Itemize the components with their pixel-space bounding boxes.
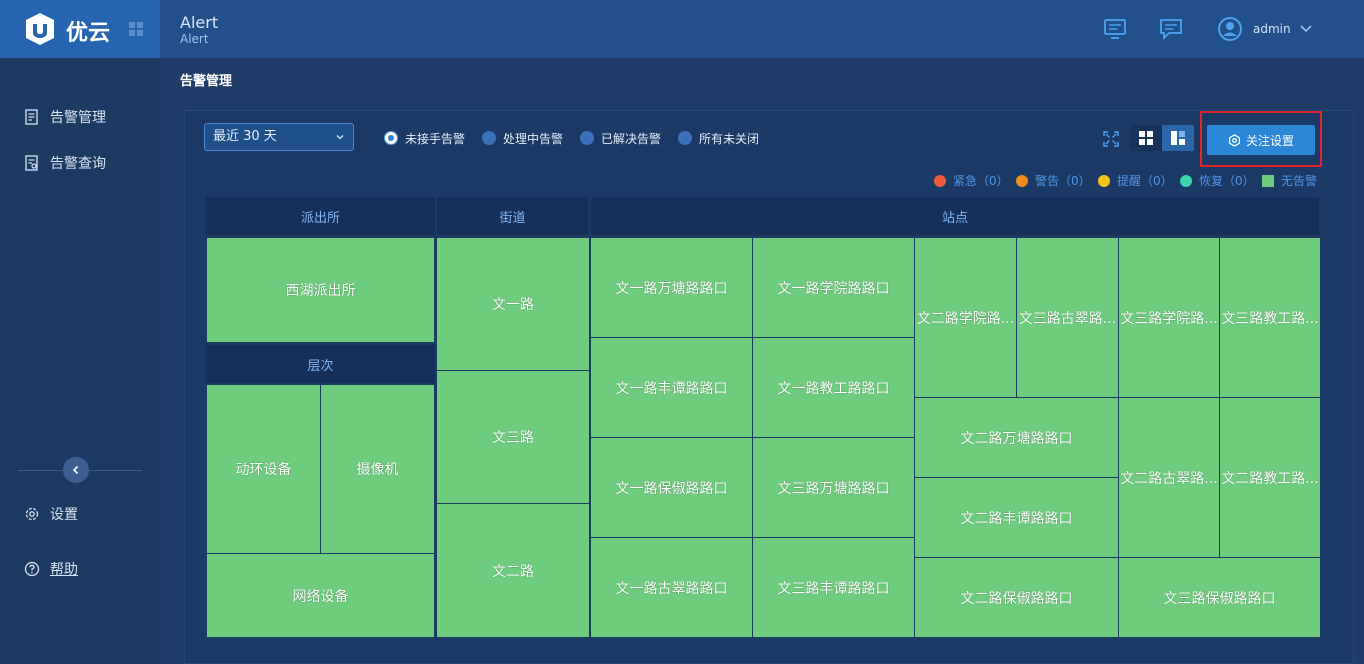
header-site: 站点: [591, 197, 1319, 235]
treemap-cell-police[interactable]: 西湖派出所: [206, 237, 435, 343]
treemap-cell-site[interactable]: 文三路学院路...: [1118, 237, 1220, 398]
grid-view-button[interactable]: [1130, 125, 1162, 151]
legend-warning: 警告（0）: [1016, 172, 1091, 189]
grid-icon: [1139, 131, 1153, 145]
focus-settings-button[interactable]: 关注设置: [1207, 125, 1315, 155]
scrollbar[interactable]: [1356, 58, 1364, 664]
header-title: Alert: [180, 13, 219, 32]
settings-icon: [1229, 133, 1240, 147]
focus-settings-label: 关注设置: [1245, 133, 1294, 148]
treemap-cell-street[interactable]: 文三路: [436, 370, 590, 504]
sidebar-item-label: 告警管理: [50, 110, 106, 126]
legend-notice: 提醒（0）: [1098, 172, 1173, 189]
legend-recovered: 恢复（0）: [1180, 172, 1255, 189]
radio-dot: [678, 131, 692, 145]
header-police-station: 派出所: [206, 197, 435, 235]
sidebar: 告警管理 告警查询 设置 帮助: [0, 58, 160, 664]
treemap-cell-device[interactable]: 网络设备: [206, 553, 435, 638]
sidebar-item-label: 帮助: [50, 562, 78, 578]
legend-label: 提醒（0）: [1117, 174, 1173, 188]
header-level: 层次: [206, 345, 435, 383]
time-range-value: 最近 30 天: [213, 129, 277, 144]
logo-icon: [26, 13, 54, 45]
top-bar: 优云 Alert Alert admin: [0, 0, 1364, 58]
alert-panel: 最近 30 天 未接手告警 处理中告警 已解决告警 所有未关闭 关注设置 紧急（…: [184, 110, 1354, 664]
sidebar-item-settings[interactable]: 设置: [24, 504, 78, 524]
chevron-left-icon: [72, 465, 79, 475]
treemap-cell-site[interactable]: 文二路丰谭路路口: [914, 477, 1119, 558]
treemap-cell-site[interactable]: 文三路教工路...: [1219, 237, 1321, 398]
treemap-icon: [1171, 131, 1185, 145]
radio-processing[interactable]: 处理中告警: [482, 130, 563, 146]
treemap-cell-street[interactable]: 文一路: [436, 237, 590, 371]
legend-critical: 紧急（0）: [934, 172, 1009, 189]
user-name[interactable]: admin: [1253, 22, 1291, 36]
header-street: 街道: [437, 197, 588, 235]
legend-label: 警告（0）: [1035, 174, 1091, 188]
legend-dot: [1098, 174, 1110, 187]
legend-label: 紧急（0）: [953, 174, 1009, 188]
legend-dot: [934, 174, 946, 187]
treemap-cell-site[interactable]: 文二路万塘路路口: [914, 397, 1119, 478]
legend-label: 恢复（0）: [1199, 174, 1255, 188]
radio-dot: [482, 131, 496, 145]
treemap-cell-device[interactable]: 摄像机: [320, 384, 435, 554]
sidebar-item-label: 设置: [50, 507, 78, 523]
sidebar-item-label: 告警查询: [50, 156, 106, 172]
treemap-cell-site[interactable]: 文一路保俶路路口: [590, 437, 753, 538]
message-icon[interactable]: [1159, 18, 1183, 40]
collapse-sidebar-button[interactable]: [63, 457, 89, 483]
radio-label: 所有未关闭: [699, 131, 760, 146]
treemap-cell-site[interactable]: 文一路丰谭路路口: [590, 337, 753, 438]
legend-dot: [1180, 174, 1192, 187]
doc-search-icon: [25, 155, 38, 171]
help-icon: [24, 561, 40, 577]
apps-grid-icon[interactable]: [129, 22, 143, 36]
treemap-cell-site[interactable]: 文二路保俶路路口: [914, 557, 1119, 638]
treemap-cell-site[interactable]: 文二路教工路...: [1219, 397, 1321, 558]
page-title: 告警管理: [180, 74, 233, 89]
radio-resolved[interactable]: 已解决告警: [580, 130, 661, 146]
radio-label: 未接手告警: [405, 131, 466, 146]
radio-dot: [580, 131, 594, 145]
sidebar-item-alert-query[interactable]: 告警查询: [24, 153, 106, 173]
time-range-select[interactable]: 最近 30 天: [204, 123, 354, 151]
main-content: 告警管理 最近 30 天 未接手告警 处理中告警 已解决告警 所有未关闭 关注设…: [160, 58, 1364, 664]
logo-area: 优云: [0, 0, 160, 58]
radio-label: 处理中告警: [503, 131, 564, 146]
treemap-cell-site[interactable]: 文三路万塘路路口: [752, 437, 915, 538]
avatar-icon[interactable]: [1218, 17, 1242, 41]
header-subtitle: Alert: [180, 32, 209, 46]
treemap-cell-site[interactable]: 文一路万塘路路口: [590, 237, 753, 338]
treemap-cell-site[interactable]: 文二路学院路...: [914, 237, 1017, 398]
treemap-cell-site[interactable]: 文一路学院路路口: [752, 237, 915, 338]
treemap-cell-device[interactable]: 动环设备: [206, 384, 321, 554]
treemap-cell-site[interactable]: 文二路古翠路...: [1118, 397, 1220, 558]
radio-all-open[interactable]: 所有未关闭: [678, 130, 759, 146]
brand-name: 优云: [66, 21, 111, 46]
legend-no-alert: 无告警: [1262, 172, 1317, 189]
treemap-cell-site[interactable]: 文三路丰谭路路口: [752, 537, 915, 638]
treemap-view-button[interactable]: [1162, 125, 1194, 151]
gear-icon: [25, 507, 39, 521]
chevron-down-icon[interactable]: [1300, 24, 1312, 34]
treemap-cell-street[interactable]: 文二路: [436, 503, 590, 638]
monitor-icon[interactable]: [1103, 18, 1127, 40]
treemap-cell-site[interactable]: 文三路保俶路路口: [1118, 557, 1321, 638]
sidebar-item-help[interactable]: 帮助: [24, 559, 78, 579]
legend-label: 无告警: [1281, 174, 1318, 188]
sidebar-item-alert-management[interactable]: 告警管理: [24, 107, 106, 127]
legend-square: [1262, 174, 1274, 187]
fullscreen-icon[interactable]: [1103, 131, 1119, 147]
radio-unaccepted[interactable]: 未接手告警: [384, 130, 465, 146]
focus-settings-highlight: 关注设置: [1200, 111, 1322, 167]
chevron-down-icon: [336, 135, 344, 140]
treemap-cell-site[interactable]: 文一路教工路路口: [752, 337, 915, 438]
radio-label: 已解决告警: [601, 131, 662, 146]
treemap-cell-site[interactable]: 文三路古翠路...: [1016, 237, 1119, 398]
radio-dot-selected: [384, 131, 398, 145]
doc-icon: [25, 109, 38, 125]
legend-dot: [1016, 174, 1028, 187]
treemap-cell-site[interactable]: 文一路古翠路路口: [590, 537, 753, 638]
